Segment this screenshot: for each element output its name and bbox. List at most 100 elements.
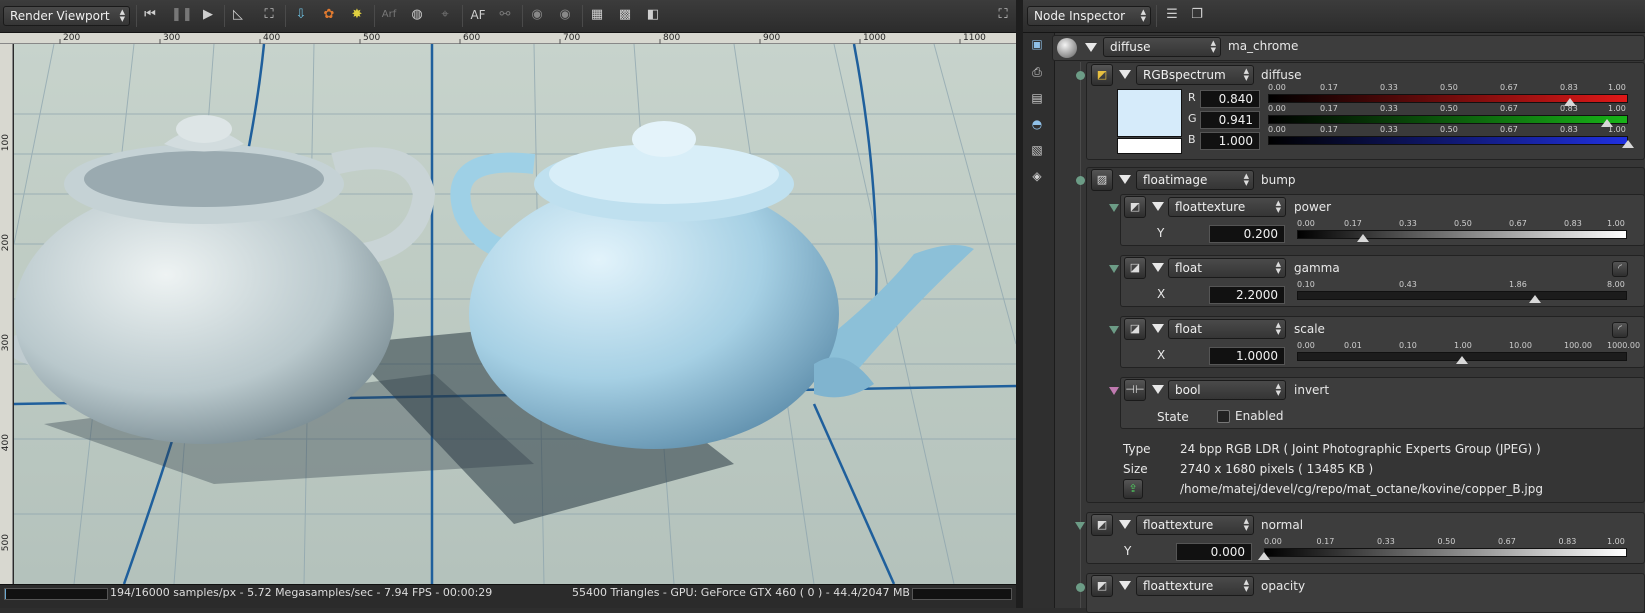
inspector-mode-select[interactable]: Node Inspector ▲ ▼ xyxy=(1027,6,1151,26)
scale-value-input[interactable]: 1.0000 xyxy=(1209,347,1285,365)
channel-value-input[interactable]: 0.840 xyxy=(1200,90,1260,108)
imager-icon[interactable]: ▧ xyxy=(1029,142,1045,158)
input-pin[interactable] xyxy=(1076,176,1085,185)
float-texture-icon[interactable]: ◩ xyxy=(1091,514,1113,536)
image-icon[interactable]: ▣ xyxy=(1029,36,1045,52)
slider-thumb[interactable] xyxy=(1258,552,1270,560)
slider-scale-label: 0.83 xyxy=(1560,83,1578,92)
material-picker-icon[interactable]: ✿ xyxy=(320,6,338,24)
collapse-arrow-icon[interactable] xyxy=(1152,263,1164,272)
input-pin[interactable] xyxy=(1109,326,1119,334)
invert-type-select[interactable]: bool ▲ ▼ xyxy=(1168,380,1286,400)
input-pin[interactable] xyxy=(1109,265,1119,273)
slider-track[interactable] xyxy=(1297,291,1627,300)
collapse-arrow-icon[interactable] xyxy=(1152,202,1164,211)
material-type-select[interactable]: diffuse ▲ ▼ xyxy=(1103,37,1221,57)
input-pin[interactable] xyxy=(1109,204,1119,212)
focus-picker-icon[interactable]: ✸ xyxy=(348,6,366,24)
slider-track[interactable] xyxy=(1268,115,1628,124)
compare-icon[interactable]: ◧ xyxy=(644,6,662,24)
slider-track[interactable] xyxy=(1297,230,1627,239)
ruler-label: 600 xyxy=(463,33,481,43)
collapse-arrow-icon[interactable] xyxy=(1119,175,1131,184)
panel-splitter[interactable] xyxy=(1016,0,1023,608)
autofocus-button[interactable]: AF xyxy=(466,6,490,24)
camera-icon[interactable]: ⎙ xyxy=(1029,64,1045,80)
checker-icon[interactable]: ▩ xyxy=(616,6,634,24)
float-image-icon[interactable]: ▨ xyxy=(1091,169,1113,191)
pause-render-icon[interactable]: ❚❚ xyxy=(171,6,193,24)
region-render-icon[interactable]: ◉ xyxy=(528,6,546,24)
slider-thumb[interactable] xyxy=(1528,295,1541,303)
scale-type-select[interactable]: float ▲ ▼ xyxy=(1168,319,1286,339)
expand-tree-icon[interactable]: ❐ xyxy=(1188,6,1206,24)
slider-thumb[interactable] xyxy=(1456,356,1468,364)
material-sphere-icon[interactable] xyxy=(1057,38,1077,58)
film-icon[interactable]: ▤ xyxy=(1029,90,1045,106)
collapse-arrow-icon[interactable] xyxy=(1119,581,1131,590)
slider-scale-label: 0.33 xyxy=(1380,104,1398,113)
power-type-select[interactable]: floattexture ▲ ▼ xyxy=(1168,197,1286,217)
bump-type-select[interactable]: floatimage ▲ ▼ xyxy=(1136,170,1254,190)
render-image[interactable] xyxy=(14,44,1016,584)
collapse-arrow-icon[interactable] xyxy=(1085,43,1097,52)
white-balance-icon[interactable]: ⌖ xyxy=(436,6,454,24)
fullscreen-icon[interactable]: ⛶ xyxy=(994,6,1012,24)
normal-value-input[interactable]: 0.000 xyxy=(1176,543,1252,561)
environment-icon[interactable]: ◓ xyxy=(1029,116,1045,132)
viewport-mode-select[interactable]: Render Viewport ▲ ▼ xyxy=(3,6,130,26)
clay-render-icon[interactable]: ◉ xyxy=(556,6,574,24)
collapse-tree-icon[interactable]: ☰ xyxy=(1163,6,1181,24)
slider-thumb[interactable] xyxy=(1357,234,1369,242)
float-curve-icon[interactable]: ◪ xyxy=(1124,318,1146,340)
power-value-input[interactable]: 0.200 xyxy=(1209,225,1285,243)
input-pin[interactable] xyxy=(1075,522,1085,530)
curve-toggle-icon[interactable]: ◜ xyxy=(1612,322,1628,338)
bool-icon[interactable]: ⊣⊢ xyxy=(1124,379,1146,401)
restart-render-icon[interactable]: ⏮ xyxy=(141,6,159,24)
input-pin[interactable] xyxy=(1076,583,1085,592)
input-pin[interactable] xyxy=(1076,71,1085,80)
gamma-value-input[interactable]: 2.2000 xyxy=(1209,286,1285,304)
slider-track[interactable] xyxy=(1264,548,1627,557)
inspector-toolbar: Node Inspector ▲ ▼ ☰ ❐ xyxy=(1023,0,1645,33)
link-icon[interactable]: ⚯ xyxy=(496,6,514,24)
collapse-arrow-icon[interactable] xyxy=(1152,385,1164,394)
rgb-texture-icon[interactable]: ◩ xyxy=(1091,64,1113,86)
float-curve-icon[interactable]: ◪ xyxy=(1124,257,1146,279)
collapse-arrow-icon[interactable] xyxy=(1119,70,1131,79)
normal-type-select[interactable]: floattexture ▲ ▼ xyxy=(1136,515,1254,535)
pick-icon[interactable]: ◍ xyxy=(408,6,426,24)
channel-value-input[interactable]: 1.000 xyxy=(1200,132,1260,150)
channel-value-input[interactable]: 0.941 xyxy=(1200,111,1260,129)
opacity-type-select[interactable]: floattexture ▲ ▼ xyxy=(1136,576,1254,596)
diffuse-type-select[interactable]: RGBspectrum ▲ ▼ xyxy=(1136,65,1254,85)
slider-thumb[interactable] xyxy=(1622,140,1634,148)
input-pin[interactable] xyxy=(1109,387,1119,395)
kernel-icon[interactable]: ◈ xyxy=(1029,168,1045,184)
collapse-arrow-icon[interactable] xyxy=(1152,324,1164,333)
start-render-icon[interactable]: ▶ xyxy=(199,6,217,24)
curve-toggle-icon[interactable]: ◜ xyxy=(1612,261,1628,277)
alpha-grid-icon[interactable]: ▦ xyxy=(588,6,606,24)
gamma-type-select[interactable]: float ▲ ▼ xyxy=(1168,258,1286,278)
slider-track[interactable] xyxy=(1268,136,1628,145)
memory-bar xyxy=(912,588,1012,600)
arf-icon[interactable]: Arf xyxy=(380,6,398,24)
opacity-pin-name: opacity xyxy=(1261,579,1306,593)
collapse-arrow-icon[interactable] xyxy=(1119,520,1131,529)
load-image-icon[interactable]: ⇪ xyxy=(1123,479,1143,499)
color-swatch[interactable] xyxy=(1117,89,1182,137)
ruler-label: 1000 xyxy=(863,33,886,43)
af-label: AF xyxy=(470,8,486,22)
import-icon[interactable]: ⇩ xyxy=(292,6,310,24)
image-size-value: 2740 x 1680 pixels ( 13485 KB ) xyxy=(1180,462,1374,476)
fit-view-icon[interactable]: ⛶ xyxy=(260,6,278,24)
render-viewport-panel: Render Viewport ▲ ▼ ⏮ ❚❚ ▶ ◺ ⛶ ⇩ ✿ ✸ Arf … xyxy=(0,0,1016,608)
float-texture-icon[interactable]: ◩ xyxy=(1091,575,1113,597)
ruler-label: 200 xyxy=(63,33,81,43)
float-texture-icon[interactable]: ◩ xyxy=(1124,196,1146,218)
invert-checkbox[interactable] xyxy=(1217,410,1230,423)
slider-scale-label: 1.00 xyxy=(1607,537,1625,546)
ruler-icon[interactable]: ◺ xyxy=(229,6,247,24)
